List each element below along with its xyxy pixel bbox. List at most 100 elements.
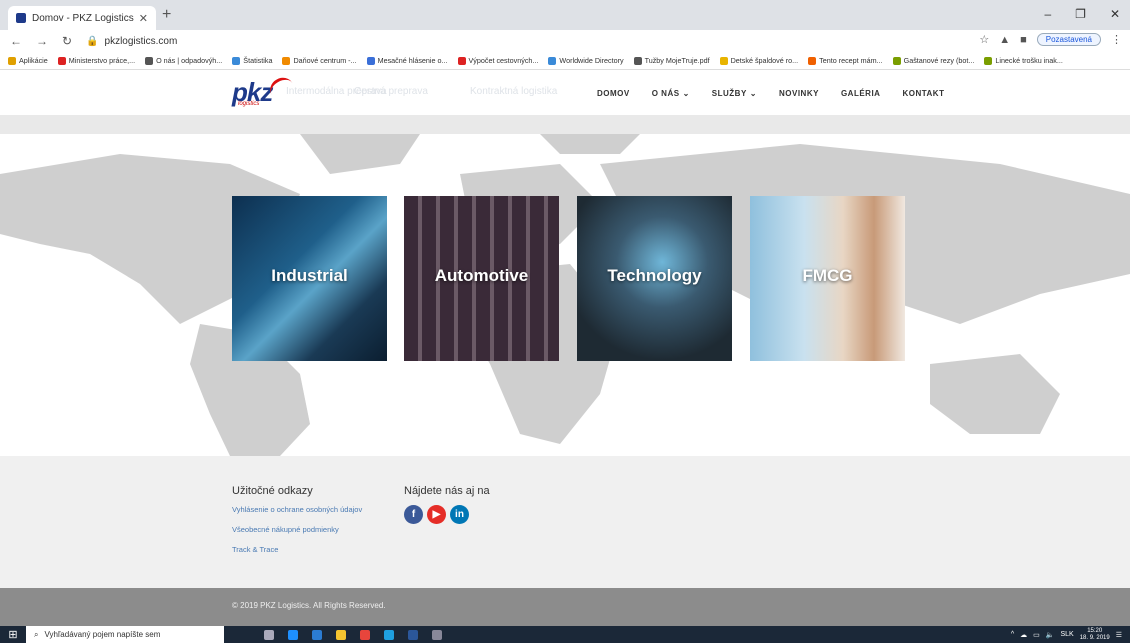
profile-status-button[interactable]: Pozastavená: [1036, 33, 1101, 46]
main-navigation: DOMOV O NÁS ⌄ SLUŽBY ⌄ NOVINKY GALÉRIA KONTAKT: [597, 89, 944, 98]
bookmark-item[interactable]: Daňové centrum -...: [282, 56, 357, 65]
bookmark-item[interactable]: Aplikácie: [8, 56, 48, 65]
bookmark-label: Aplikácie: [19, 56, 48, 65]
site-logo[interactable]: pkz logistics: [232, 77, 273, 108]
clock[interactable]: 15:20 18. 9. 2019: [1080, 628, 1110, 642]
chrome-icon[interactable]: [360, 629, 370, 640]
network-icon[interactable]: ▭: [1033, 631, 1040, 639]
bookmark-favicon-icon: [457, 56, 466, 65]
taskbar-pinned-apps: [264, 629, 442, 640]
address-bar-row: ← → ↻ 🔒 pkzlogistics.com ☆ ▲ ■ Pozastave…: [0, 30, 1130, 52]
nav-item-label: O NÁS: [651, 89, 680, 98]
site-footer: [0, 456, 1130, 588]
minimize-button[interactable]: –: [1044, 7, 1051, 21]
bookmark-label: Výpočet cestovných...: [468, 56, 539, 65]
industry-tile-industrial[interactable]: Industrial: [232, 196, 387, 361]
extension-icon-2[interactable]: ■: [1020, 34, 1027, 46]
industry-tile-automotive[interactable]: Automotive: [404, 196, 559, 361]
url-field[interactable]: 🔒 pkzlogistics.com: [86, 36, 177, 47]
bookmark-item[interactable]: Štatistika: [232, 56, 272, 65]
facebook-icon[interactable]: f: [404, 505, 423, 524]
menu-icon[interactable]: ⋮: [1111, 33, 1122, 46]
copyright-bar: © 2019 PKZ Logistics. All Rights Reserve…: [0, 588, 1130, 626]
bookmark-favicon-icon: [633, 56, 642, 65]
app-icon-2[interactable]: [432, 629, 442, 640]
bookmark-star-icon[interactable]: ☆: [979, 33, 989, 46]
nav-item-služby[interactable]: SLUŽBY ⌄: [712, 89, 757, 98]
language-indicator[interactable]: SLK: [1060, 631, 1073, 638]
restore-button[interactable]: ❐: [1075, 7, 1086, 21]
youtube-icon[interactable]: ▶: [427, 505, 446, 524]
bookmark-item[interactable]: Worldwide Directory: [548, 56, 624, 65]
chevron-down-icon: ⌄: [749, 89, 757, 98]
bookmark-item[interactable]: Linecké trošku inak...: [984, 56, 1063, 65]
bookmark-label: Tento recept mám...: [819, 56, 883, 65]
bookmark-favicon-icon: [232, 56, 241, 65]
useful-links-heading: Užitočné odkazy: [232, 485, 313, 497]
tile-label: Technology: [607, 266, 702, 285]
word-icon[interactable]: [408, 629, 418, 640]
tab-title: Domov - PKZ Logistics: [32, 12, 134, 24]
tray-chevron-icon[interactable]: ^: [1011, 631, 1014, 638]
social-heading: Nájdete nás aj na: [404, 485, 490, 497]
industry-tile-fmcg[interactable]: FMCG: [750, 196, 905, 361]
bookmark-item[interactable]: Gaštanové rezy (bot...: [892, 56, 974, 65]
close-window-button[interactable]: ✕: [1110, 7, 1120, 21]
bookmark-item[interactable]: Mesačné hlásenie o...: [366, 56, 448, 65]
nav-item-galéria[interactable]: GALÉRIA: [841, 89, 881, 98]
bookmark-favicon-icon: [282, 56, 291, 65]
bookmark-label: Daňové centrum -...: [293, 56, 357, 65]
nav-item-domov[interactable]: DOMOV: [597, 89, 630, 98]
outlook-icon[interactable]: [312, 629, 322, 640]
bookmark-favicon-icon: [57, 56, 66, 65]
edge-icon[interactable]: [288, 629, 298, 640]
bookmark-item[interactable]: Detské špaldové ro...: [719, 56, 798, 65]
file-explorer-icon[interactable]: [336, 629, 346, 640]
bookmark-item[interactable]: Tužby MojeTruje.pdf: [633, 56, 710, 65]
new-tab-button[interactable]: +: [162, 6, 171, 24]
forward-icon[interactable]: →: [36, 34, 48, 48]
bookmark-item[interactable]: Tento recept mám...: [808, 56, 883, 65]
bookmark-favicon-icon: [719, 56, 728, 65]
notifications-icon[interactable]: ☰: [1116, 631, 1122, 639]
bookmark-label: Mesačné hlásenie o...: [377, 56, 448, 65]
site-header: [0, 70, 1130, 115]
bookmark-item[interactable]: Výpočet cestovných...: [457, 56, 539, 65]
header-strip: [0, 115, 1130, 134]
back-icon[interactable]: ←: [10, 34, 22, 48]
social-column: Nájdete nás aj na f ▶ in: [404, 485, 490, 524]
windows-start-icon[interactable]: ⊞: [0, 626, 26, 643]
url-text: pkzlogistics.com: [104, 35, 178, 47]
nav-item-label: DOMOV: [597, 89, 630, 98]
nav-item-o-nás[interactable]: O NÁS ⌄: [652, 89, 690, 98]
bookmark-item[interactable]: Ministerstvo práce,...: [57, 56, 135, 65]
track-trace-link[interactable]: Track & Trace: [232, 545, 362, 554]
reload-icon[interactable]: ↻: [62, 34, 72, 48]
bookmark-label: Štatistika: [243, 56, 273, 65]
app-icon[interactable]: [384, 629, 394, 640]
lock-icon: 🔒: [86, 35, 99, 47]
bookmark-favicon-icon: [145, 56, 154, 65]
logo-subtext: logistics: [238, 101, 260, 107]
nav-item-label: KONTAKT: [902, 89, 945, 98]
task-view-icon[interactable]: [264, 629, 274, 640]
privacy-policy-link[interactable]: Vyhlásenie o ochrane osobných údajov: [232, 505, 362, 514]
tile-label: FMCG: [802, 266, 853, 285]
volume-icon[interactable]: 🔈: [1046, 631, 1055, 639]
nav-item-label: NOVINKY: [778, 89, 819, 98]
close-tab-icon[interactable]: ✕: [139, 12, 148, 25]
bookmarks-bar: Aplikácie Ministerstvo práce,... O nás | o…: [0, 52, 1130, 70]
social-links: f ▶ in: [404, 505, 490, 524]
bookmark-favicon-icon: [892, 56, 901, 65]
browser-tab[interactable]: Domov - PKZ Logistics ✕: [8, 6, 156, 30]
taskbar-search-field[interactable]: ⌕ Vyhľadávaný pojem napíšte sem: [26, 626, 224, 643]
industry-tile-technology[interactable]: Technology: [577, 196, 732, 361]
nav-item-novinky[interactable]: NOVINKY: [779, 89, 819, 98]
extension-icon[interactable]: ▲: [999, 34, 1010, 46]
nav-item-kontakt[interactable]: KONTAKT: [902, 89, 944, 98]
taskbar-search-placeholder: Vyhľadávaný pojem napíšte sem: [44, 630, 161, 639]
linkedin-icon[interactable]: in: [450, 505, 469, 524]
purchase-terms-link[interactable]: Všeobecné nákupné podmienky: [232, 525, 362, 534]
cloud-icon[interactable]: ☁: [1020, 631, 1027, 639]
bookmark-item[interactable]: O nás | odpadovýh...: [145, 56, 222, 65]
